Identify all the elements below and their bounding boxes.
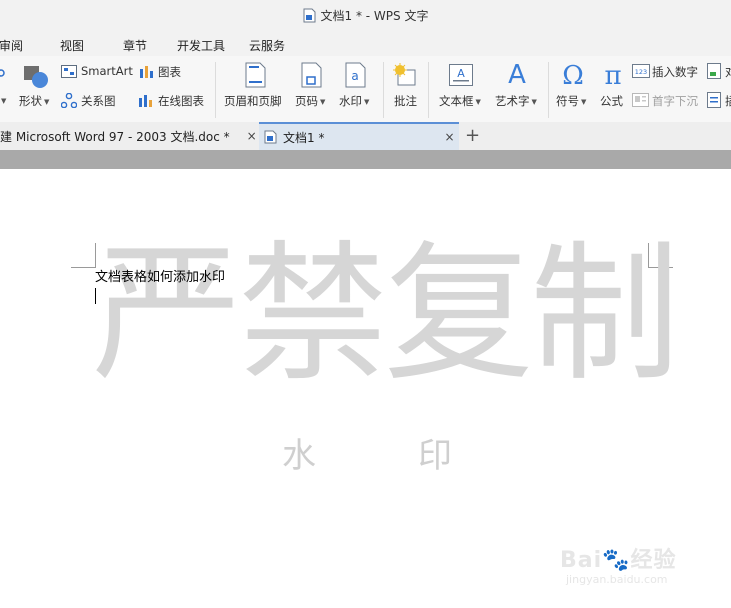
online-chart-label: 在线图表	[158, 94, 204, 108]
pi-formula-icon: π	[604, 61, 621, 88]
shape-label: 形状	[19, 94, 42, 108]
clipped-object-icon	[707, 63, 721, 79]
watermark-icon: a	[345, 62, 366, 88]
partial-shape-icon	[0, 69, 5, 77]
svg-text:π: π	[604, 61, 621, 88]
doc-tab-doc1[interactable]: 文档1 * ×	[259, 122, 459, 150]
ribbon-separator	[383, 62, 384, 118]
window-title: 文档1 * - WPS 文字	[320, 8, 429, 23]
svg-text:Ω: Ω	[562, 61, 584, 88]
watermark-label: 水印	[339, 94, 362, 108]
smartart-icon	[61, 65, 77, 78]
close-tab-icon[interactable]: ×	[247, 129, 257, 143]
watermark-small-char-1: 水	[282, 436, 316, 476]
text-caret	[95, 288, 96, 304]
formula-label: 公式	[600, 94, 623, 108]
menu-tab-review[interactable]: 审阅	[0, 37, 23, 54]
comment-icon	[393, 63, 416, 86]
doc-tab-word97-label: 建 Microsoft Word 97 - 2003 文档.doc *	[0, 129, 230, 144]
shape-icon	[24, 66, 48, 88]
insert-number-badge: 123	[635, 68, 647, 76]
online-chart-icon	[139, 95, 152, 107]
comment-label: 批注	[394, 94, 417, 108]
wps-document-icon	[303, 8, 316, 23]
title-bar: 文档1 * - WPS 文字	[0, 0, 731, 30]
ribbon-separator	[428, 62, 429, 118]
clipped-label-2: 插	[725, 94, 731, 108]
new-tab-plus-icon[interactable]: +	[465, 125, 480, 146]
menu-bar: 审阅 视图 章节 开发工具 云服务	[0, 30, 731, 56]
svg-text:A: A	[508, 60, 526, 88]
ribbon-separator	[548, 62, 549, 118]
baidu-jingyan-logo: Bai🐾经验 jingyan.baidu.com	[560, 542, 677, 586]
menu-tab-cloud[interactable]: 云服务	[249, 37, 285, 54]
textbox-label: 文本框	[439, 94, 474, 108]
clipped-attachment-icon	[707, 92, 721, 108]
header-footer-icon	[245, 62, 266, 88]
page-number-label: 页码	[295, 94, 318, 108]
baidu-logo-text: Bai🐾经验	[560, 548, 677, 573]
doc-tab-doc1-label: 文档1 *	[283, 130, 325, 145]
menu-tab-view[interactable]: 视图	[60, 37, 84, 54]
symbol-label: 符号	[556, 94, 579, 108]
watermark-text: 严禁复制	[92, 228, 680, 402]
relation-chart-icon	[61, 93, 77, 108]
relation-chart-label: 关系图	[81, 94, 116, 108]
dropcap-label: 首字下沉	[652, 94, 698, 108]
header-footer-label: 页眉和页脚	[224, 94, 282, 108]
chart-label: 图表	[158, 65, 181, 79]
textbox-icon: A	[449, 64, 473, 86]
insert-number-icon: 123	[632, 64, 650, 78]
ribbon-separator	[215, 62, 216, 118]
document-tab-bar: 建 Microsoft Word 97 - 2003 文档.doc * × 文档…	[0, 122, 731, 151]
chart-icon	[140, 66, 153, 78]
watermark-small-char-2: 印	[418, 436, 452, 476]
ribbon-cut-arrow: ▼	[1, 96, 7, 105]
dropcap-icon	[632, 93, 649, 107]
wordart-icon: A	[508, 60, 526, 88]
menu-tab-section[interactable]: 章节	[123, 37, 147, 54]
doc-tab-word97[interactable]: 建 Microsoft Word 97 - 2003 文档.doc * ×	[0, 122, 258, 150]
insert-number-label: 插入数字	[652, 65, 698, 79]
workspace-gray-band	[0, 150, 731, 169]
wps-document-icon	[264, 130, 277, 144]
wordart-label: 艺术字	[495, 94, 530, 108]
svg-text:a: a	[351, 69, 358, 83]
clipped-label-1: 对	[725, 65, 731, 79]
page-number-icon	[301, 62, 322, 88]
document-body-text[interactable]: 文档表格如何添加水印	[95, 266, 225, 285]
close-tab-icon[interactable]: ×	[444, 130, 454, 144]
svg-text:A: A	[457, 67, 465, 80]
menu-tab-developer[interactable]: 开发工具	[177, 37, 225, 54]
omega-symbol-icon: Ω	[562, 61, 584, 88]
smartart-label: SmartArt	[81, 64, 133, 78]
ribbon-toolbar: ▼ 形状 ▼ SmartArt 图表 关系图 在线图表 页眉和页脚 页码 ▼ a…	[0, 56, 731, 123]
baidu-url-text: jingyan.baidu.com	[566, 573, 668, 586]
